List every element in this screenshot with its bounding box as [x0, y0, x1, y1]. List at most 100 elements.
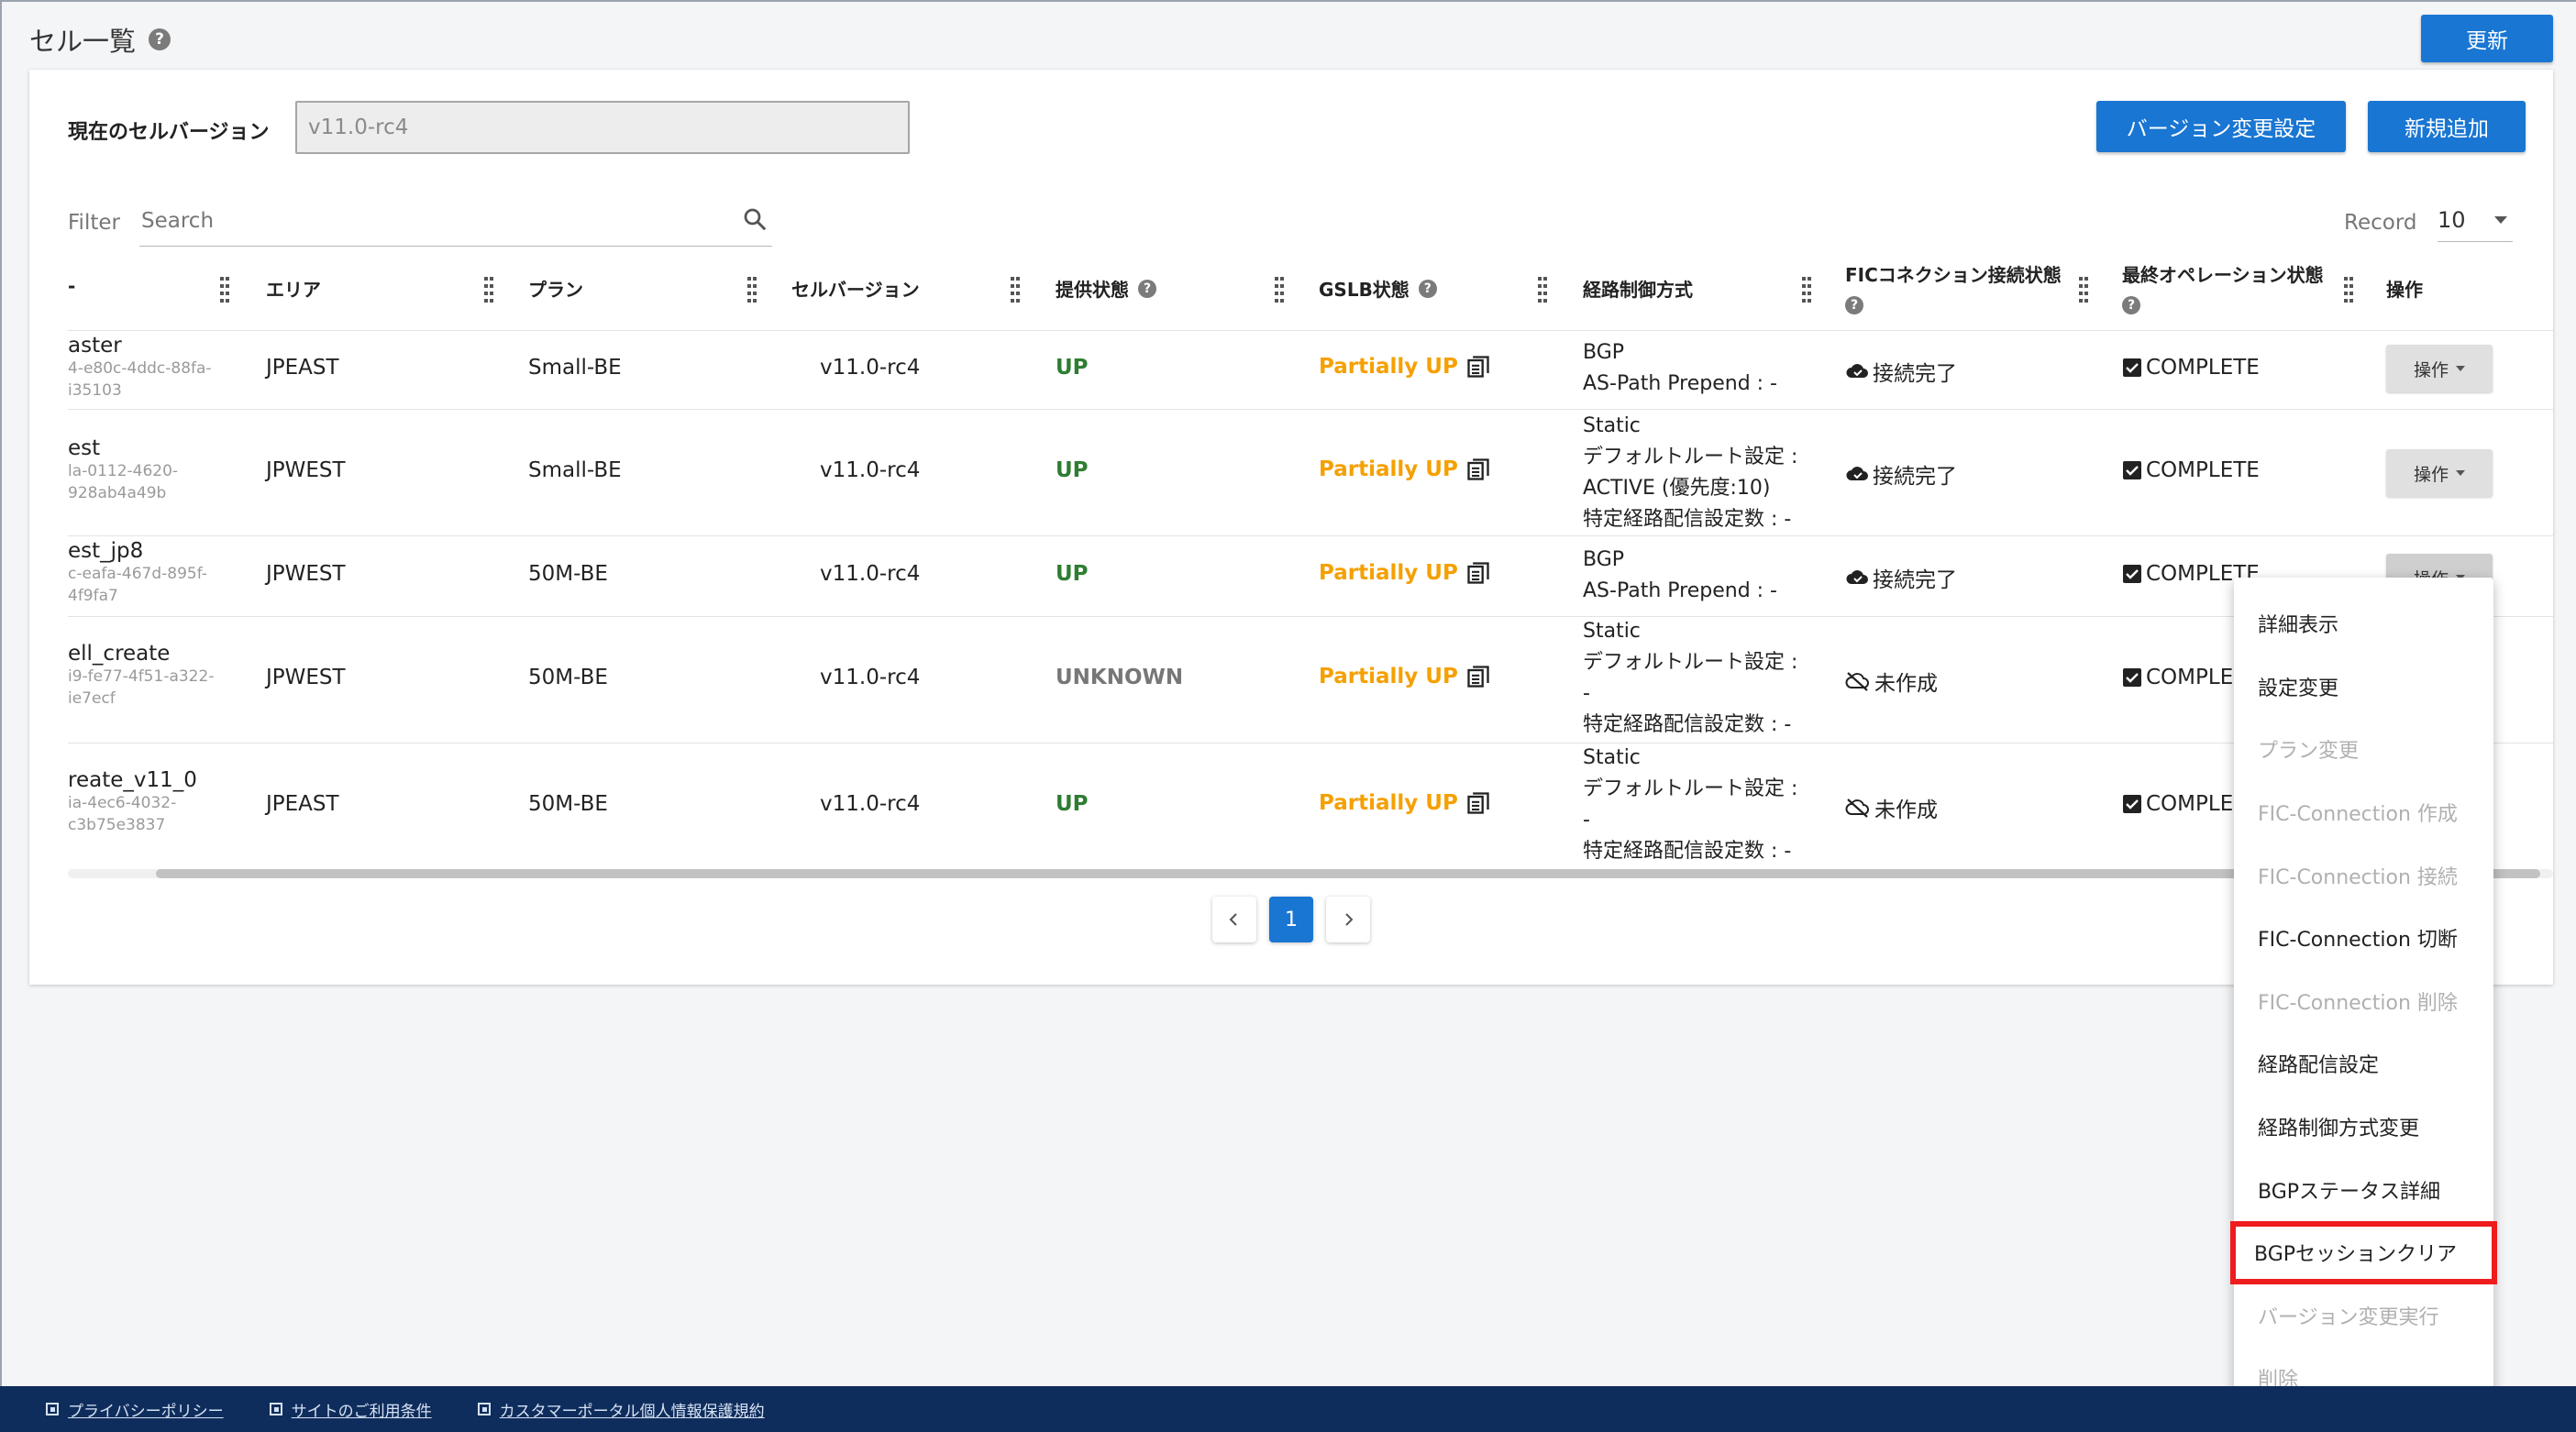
fic-status-text: 接続完了: [1873, 568, 1957, 592]
route-line: 特定経路配信設定数 : -: [1583, 840, 1792, 863]
route-line: -: [1583, 682, 1590, 705]
col-header-gslb-status[interactable]: GSLB状態 ?: [1319, 275, 1437, 302]
actions-button[interactable]: 操作: [2386, 449, 2493, 497]
table-row-1-name[interactable]: aster 4-e80c-4ddc-88fa- i35103: [68, 334, 212, 402]
menu-item-routing-method-change[interactable]: 経路制御方式変更: [2234, 1096, 2493, 1159]
add-new-button[interactable]: 新規追加: [2368, 101, 2526, 152]
actions-button[interactable]: 操作: [2386, 345, 2493, 392]
document-list-icon[interactable]: [1465, 790, 1491, 816]
checkbox-checked-icon: [2123, 795, 2141, 813]
cell-id: i35103: [68, 381, 122, 400]
fic-status-text: 未作成: [1874, 799, 1938, 822]
col-header-fic-connection[interactable]: FICコネクション接続状態 ?: [1845, 260, 2062, 314]
menu-item-plan-change: プラン変更: [2258, 740, 2360, 764]
record-select[interactable]: 10: [2438, 198, 2513, 242]
cell-id: 4-e80c-4ddc-88fa-: [68, 359, 212, 378]
cell-plan: Small-BE: [528, 356, 622, 380]
row-divider: [68, 535, 2553, 536]
help-icon[interactable]: ?: [1418, 279, 1437, 298]
chevron-down-icon: [2494, 215, 2507, 224]
help-icon[interactable]: ?: [149, 28, 171, 50]
col-header-last-operation-label: 最終オペレーション状態: [2122, 264, 2324, 286]
chevron-right-icon: [1345, 913, 1354, 926]
cell-gslb-status[interactable]: Partially UP: [1319, 354, 1491, 380]
table-row-3-name[interactable]: est_jp8 c-eafa-467d-895f- 4f9fa7: [68, 539, 207, 607]
column-resize-handle[interactable]: [2344, 277, 2353, 304]
col-header-service-status[interactable]: 提供状態 ?: [1056, 275, 1156, 302]
col-header-name[interactable]: -: [68, 275, 75, 297]
table-row-2-name[interactable]: est la-0112-4620- 928ab4a49b: [68, 436, 178, 504]
cell-version: v11.0-rc4: [820, 666, 921, 689]
checkbox-checked-icon: [2123, 668, 2141, 687]
cell-id: c-eafa-467d-895f-: [68, 565, 207, 583]
cell-routing-method: BGP AS-Path Prepend : -: [1583, 337, 1777, 400]
column-resize-handle[interactable]: [1011, 277, 1020, 304]
cell-gslb-status[interactable]: Partially UP: [1319, 790, 1491, 816]
document-list-icon[interactable]: [1465, 560, 1491, 586]
footer-link-personal-info[interactable]: カスタマーポータル個人情報保護規約: [477, 1398, 765, 1421]
footer-link-privacy[interactable]: プライバシーポリシー: [46, 1398, 224, 1421]
cell-list-card: 現在のセルバージョン v11.0-rc4 バージョン変更設定 新規追加 Filt…: [29, 70, 2553, 985]
help-icon[interactable]: ?: [1845, 296, 1863, 314]
next-page-button[interactable]: [1326, 897, 1370, 942]
cell-version: v11.0-rc4: [820, 458, 921, 482]
column-resize-handle[interactable]: [747, 277, 757, 304]
cell-routing-method: BGP AS-Path Prepend : -: [1583, 545, 1777, 607]
version-change-settings-button[interactable]: バージョン変更設定: [2096, 101, 2346, 152]
prev-page-button[interactable]: [1212, 897, 1256, 942]
table-row-4-name[interactable]: ell_create i9-fe77-4f51-a322- ie7ecf: [68, 642, 214, 710]
gslb-status-text: Partially UP: [1319, 355, 1458, 379]
help-icon[interactable]: ?: [1138, 279, 1156, 298]
footer-link-label: サイトのご利用条件: [291, 1402, 432, 1421]
search-box: [139, 200, 772, 247]
route-line: Static: [1583, 746, 1641, 769]
help-icon[interactable]: ?: [2122, 296, 2140, 314]
refresh-button[interactable]: 更新: [2421, 15, 2553, 62]
col-header-routing-method[interactable]: 経路制御方式: [1583, 275, 1693, 302]
column-resize-handle[interactable]: [1275, 277, 1284, 304]
menu-item-detail[interactable]: 詳細表示: [2234, 592, 2493, 655]
col-header-plan[interactable]: プラン: [528, 275, 583, 302]
menu-item-bgp-status-detail[interactable]: BGPステータス詳細: [2234, 1158, 2493, 1221]
cell-plan: Small-BE: [528, 458, 622, 482]
col-header-cell-version[interactable]: セルバージョン: [791, 275, 920, 302]
horizontal-scrollbar-thumb[interactable]: [156, 869, 2540, 878]
page-button-current[interactable]: 1: [1269, 897, 1313, 942]
footer-link-label: カスタマーポータル個人情報保護規約: [499, 1402, 765, 1421]
cell-id: ia-4ec6-4032-: [68, 794, 177, 812]
row-divider: [68, 616, 2553, 617]
page-title-text: セル一覧: [29, 26, 137, 57]
search-icon[interactable]: [741, 205, 768, 233]
column-resize-handle[interactable]: [220, 277, 229, 304]
route-line: BGP: [1583, 548, 1625, 571]
cell-name: aster: [68, 334, 122, 358]
search-input[interactable]: [139, 200, 712, 242]
menu-item-settings-change[interactable]: 設定変更: [2234, 655, 2493, 719]
document-list-icon[interactable]: [1465, 664, 1491, 689]
footer-link-terms[interactable]: サイトのご利用条件: [269, 1398, 432, 1421]
cell-gslb-status[interactable]: Partially UP: [1319, 457, 1491, 482]
footer: プライバシーポリシー サイトのご利用条件 カスタマーポータル個人情報保護規約: [0, 1386, 2576, 1432]
menu-item-route-distribution[interactable]: 経路配信設定: [2234, 1032, 2493, 1096]
cell-gslb-status[interactable]: Partially UP: [1319, 664, 1491, 689]
col-header-area[interactable]: エリア: [266, 275, 321, 302]
column-resize-handle[interactable]: [484, 277, 493, 304]
col-header-last-operation[interactable]: 最終オペレーション状態 ?: [2122, 260, 2324, 314]
cell-gslb-status[interactable]: Partially UP: [1319, 560, 1491, 586]
operation-state-text: COMPLETE: [2146, 356, 2260, 380]
document-list-icon[interactable]: [1465, 354, 1491, 380]
window-top-border: [0, 0, 2576, 2]
table-row-5-name[interactable]: reate_v11_0 ia-4ec6-4032- c3b75e3837: [68, 768, 197, 836]
gslb-status-text: Partially UP: [1319, 665, 1458, 688]
cloud-done-icon: [1846, 467, 1868, 480]
column-resize-handle[interactable]: [2079, 277, 2088, 304]
cell-routing-method: Static デフォルトルート設定 : ACTIVE (優先度:10) 特定経路…: [1583, 411, 1797, 535]
menu-item-fic-disconnect[interactable]: FIC-Connection 切断: [2234, 907, 2493, 970]
checkbox-checked-icon: [2123, 565, 2141, 583]
document-list-icon[interactable]: [1465, 457, 1491, 482]
column-resize-handle[interactable]: [1802, 277, 1811, 304]
menu-item-bgp-session-clear[interactable]: BGPセッションクリア: [2230, 1220, 2497, 1284]
cell-id: i9-fe77-4f51-a322-: [68, 667, 215, 686]
column-resize-handle[interactable]: [1538, 277, 1547, 304]
cell-version: v11.0-rc4: [820, 562, 921, 586]
